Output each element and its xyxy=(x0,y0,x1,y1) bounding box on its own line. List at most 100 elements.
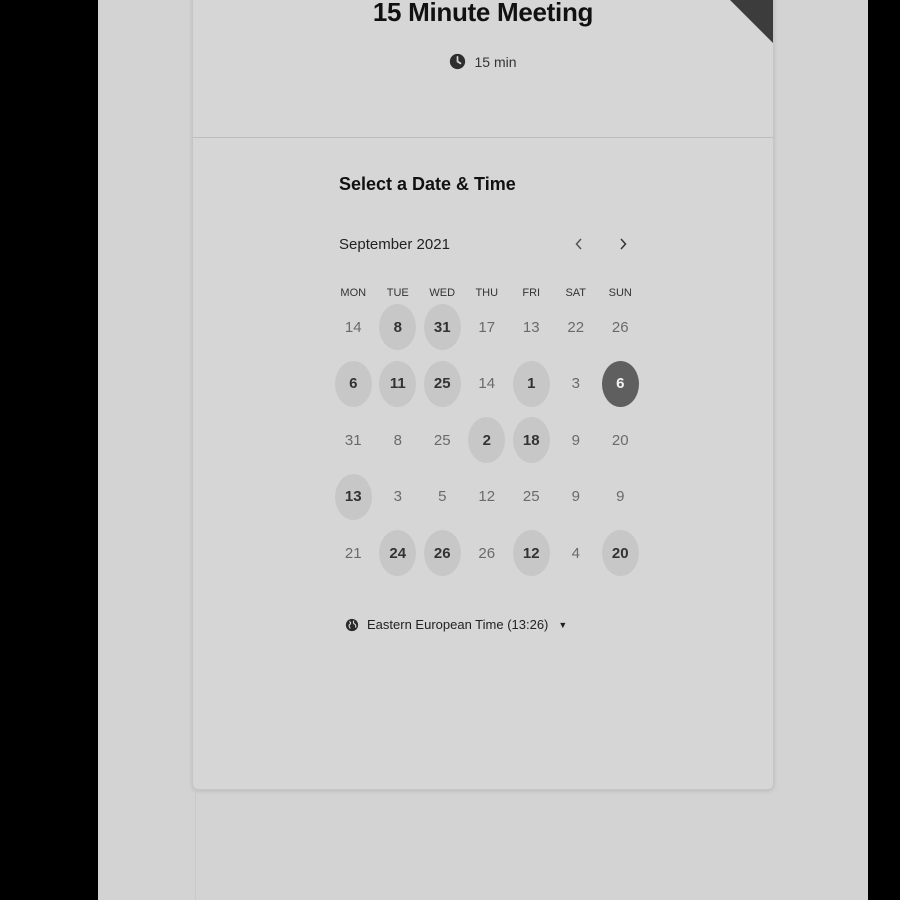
chevron-left-icon xyxy=(575,238,582,250)
calendar-day-label: 3 xyxy=(571,375,580,393)
calendar-day[interactable]: 26 xyxy=(420,529,465,577)
calendar-day: 22 xyxy=(554,303,599,351)
divider xyxy=(195,789,196,900)
calendar-week: 6 11 25 14 1 3 6 xyxy=(331,356,643,413)
calendar-day: 9 xyxy=(598,473,643,521)
month-label: September 2021 xyxy=(339,235,450,253)
calendar-day: 12 xyxy=(465,473,510,521)
booking-page: 15 Minute Meeting 15 min Select a Date &… xyxy=(98,0,868,900)
globe-icon xyxy=(345,618,359,631)
calendar-day: 5 xyxy=(420,473,465,521)
event-duration: 15 min xyxy=(193,53,773,70)
calendar-day[interactable]: 6 xyxy=(331,360,376,408)
month-nav-buttons xyxy=(568,233,634,255)
calendar-day-label: 13 xyxy=(522,318,540,336)
calendar-day[interactable]: 18 xyxy=(509,416,554,464)
weekday-label: TUE xyxy=(386,287,409,299)
booking-card: 15 Minute Meeting 15 min Select a Date &… xyxy=(192,0,774,790)
calendar-day-label: 9 xyxy=(571,488,580,506)
calendar-day: 13 xyxy=(509,303,554,351)
calendar-week: 13 3 5 12 25 9 9 xyxy=(331,469,643,526)
calendar-day-label: 31 xyxy=(344,431,362,449)
calendar-week: 21 24 26 26 12 4 20 xyxy=(331,525,643,582)
calendar-day-label: 24 xyxy=(379,530,417,577)
calendar-day-label: 11 xyxy=(379,360,417,407)
calendar-day: 26 xyxy=(598,303,643,351)
weekday-label: FRI xyxy=(522,287,541,299)
calendar-day-label: 1 xyxy=(512,360,550,407)
chevron-right-icon xyxy=(620,238,627,250)
calendar-day: 14 xyxy=(465,360,510,408)
calendar-day: 9 xyxy=(554,416,599,464)
calendar-day: 20 xyxy=(598,416,643,464)
calendar-day-label: 14 xyxy=(344,318,362,336)
calendar-day-label: 9 xyxy=(571,431,580,449)
duration-label: 15 min xyxy=(474,53,517,70)
calendar-day[interactable]: 31 xyxy=(420,303,465,351)
calendar-day: 3 xyxy=(554,360,599,408)
calendar-day[interactable]: 11 xyxy=(376,360,421,408)
calendar-day: 9 xyxy=(554,473,599,521)
calendar-day[interactable]: 25 xyxy=(420,360,465,408)
calendar-day-label: 9 xyxy=(616,488,625,506)
weekday-label: MON xyxy=(340,287,367,299)
calendar-day-label: 25 xyxy=(433,431,451,449)
calendar-day-label: 31 xyxy=(423,304,461,351)
calendar-day-label: 2 xyxy=(468,417,506,464)
weekday-label: SUN xyxy=(608,287,632,299)
calendar-day-label: 13 xyxy=(334,473,372,520)
weekday-label: SAT xyxy=(565,287,587,299)
calendar-day[interactable]: 1 xyxy=(509,360,554,408)
month-navigation: September 2021 xyxy=(339,232,634,256)
calendar-day-selected[interactable]: 6 xyxy=(598,360,643,408)
clock-icon xyxy=(450,53,466,70)
calendar-day-label: 26 xyxy=(423,530,461,577)
calendar-week: 31 8 25 2 18 9 20 xyxy=(331,412,643,469)
calendar-day: 31 xyxy=(331,416,376,464)
calendar-day: 25 xyxy=(420,416,465,464)
calendar-day-label: 12 xyxy=(512,530,550,577)
weekday-label: WED xyxy=(429,287,456,299)
calendar-day[interactable]: 12 xyxy=(509,529,554,577)
calendar-day: 17 xyxy=(465,303,510,351)
weekday-header: MON TUE WED THU FRI SAT SUN xyxy=(331,287,643,299)
calendar-day-label: 4 xyxy=(571,544,580,562)
calendar-day: 8 xyxy=(376,416,421,464)
calendar-day: 26 xyxy=(465,529,510,577)
calendar-day: 4 xyxy=(554,529,599,577)
calendar-day: 14 xyxy=(331,303,376,351)
next-month-button[interactable] xyxy=(612,233,634,255)
calendar-day: 3 xyxy=(376,473,421,521)
event-title: 15 Minute Meeting xyxy=(372,0,594,27)
calendar-day[interactable]: 8 xyxy=(376,303,421,351)
calendar-day-label: 6 xyxy=(334,360,372,407)
calendar-day[interactable]: 13 xyxy=(331,473,376,521)
calendar-day-label: 25 xyxy=(423,360,461,407)
calendar-day-label: 26 xyxy=(611,318,629,336)
calendar-day-label: 26 xyxy=(478,544,496,562)
calendar-day-label: 18 xyxy=(512,417,550,464)
calendar-day-label: 6 xyxy=(601,360,639,407)
prev-month-button[interactable] xyxy=(568,233,590,255)
calendar-day: 21 xyxy=(331,529,376,577)
calendar-day[interactable]: 2 xyxy=(465,416,510,464)
calendar-day-label: 8 xyxy=(379,304,417,351)
calendar-grid: 14 8 31 17 13 22 26 6 11 25 14 1 3 6 31 8 25 2 18 9 20 13 3 5 12… xyxy=(331,299,643,582)
event-header: 15 Minute Meeting 15 min xyxy=(193,0,773,138)
section-title: Select a Date & Time xyxy=(339,174,516,194)
timezone-label: Eastern European Time (13:26) xyxy=(367,617,549,632)
calendar-day-label: 21 xyxy=(344,544,362,562)
calendar-day-label: 8 xyxy=(393,431,402,449)
calendar-day[interactable]: 20 xyxy=(598,529,643,577)
weekday-label: THU xyxy=(475,287,499,299)
calendar-day-label: 12 xyxy=(478,488,496,506)
calendar-day-label: 5 xyxy=(438,488,447,506)
timezone-selector[interactable]: Eastern European Time (13:26) ▼ xyxy=(345,617,567,632)
calendar-day: 25 xyxy=(509,473,554,521)
calendar-day[interactable]: 24 xyxy=(376,529,421,577)
calendar-day-label: 14 xyxy=(478,375,496,393)
calendar-day-label: 3 xyxy=(393,488,402,506)
calendar-day-label: 22 xyxy=(567,318,585,336)
caret-down-icon: ▼ xyxy=(558,619,568,630)
calendar-day-label: 25 xyxy=(522,488,540,506)
